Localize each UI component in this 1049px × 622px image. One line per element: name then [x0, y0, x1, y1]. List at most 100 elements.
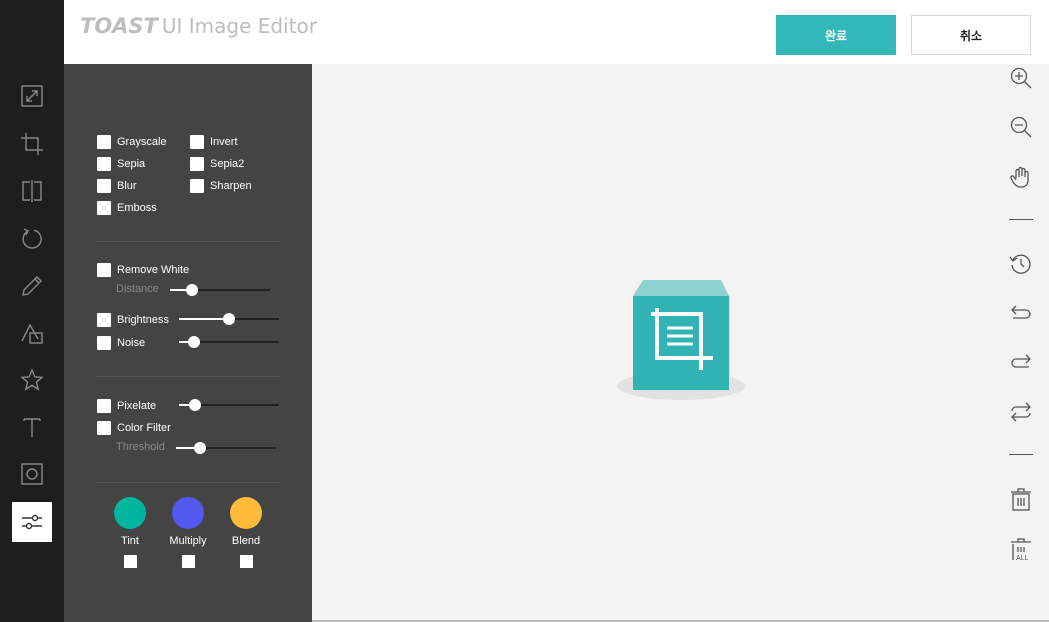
noise-slider[interactable]	[179, 335, 279, 349]
hand-button[interactable]	[1008, 164, 1034, 190]
text-tool[interactable]	[12, 407, 52, 447]
left-toolbar	[0, 0, 64, 622]
checkbox-label: Sepia2	[210, 158, 245, 170]
filter-panel: Grayscale Invert Sepia Sepia2 Blur Sharp…	[64, 64, 312, 622]
grayscale-checkbox[interactable]: Grayscale	[97, 135, 167, 149]
checkbox-label: Noise	[117, 337, 146, 349]
delete-all-button[interactable]: ALL	[1008, 537, 1034, 563]
zoom-out-button[interactable]	[1008, 114, 1034, 140]
checkbox-box[interactable]	[97, 179, 111, 193]
text-icon	[23, 418, 41, 437]
shape-tool[interactable]	[12, 313, 52, 353]
checkbox-box[interactable]	[97, 313, 111, 327]
tint-color-swatch[interactable]	[114, 497, 146, 529]
crop-tool[interactable]	[12, 124, 52, 164]
checkbox-box[interactable]	[190, 157, 204, 171]
delete-button[interactable]	[1008, 487, 1034, 513]
blur-checkbox[interactable]: Blur	[97, 179, 137, 193]
checkbox-box[interactable]	[97, 399, 111, 413]
draw-tool[interactable]	[12, 266, 52, 306]
checkbox-label: Color Filter	[117, 422, 171, 434]
checkbox-label: Sepia	[117, 158, 146, 170]
delete-all-icon: ALL	[1011, 538, 1031, 562]
slider-thumb[interactable]	[189, 399, 201, 411]
checkbox-label: Blur	[117, 180, 137, 192]
multiply-filter: Multiply	[158, 497, 218, 568]
filter-icon	[22, 514, 42, 530]
sharpen-checkbox[interactable]: Sharpen	[190, 179, 252, 193]
toolbar-divider	[1009, 219, 1033, 220]
resize-tool[interactable]	[12, 76, 52, 116]
slider-thumb[interactable]	[223, 313, 235, 325]
multiply-checkbox[interactable]	[181, 555, 195, 568]
color-filter-checkbox[interactable]: Color Filter	[97, 421, 171, 435]
checkbox-box[interactable]	[97, 421, 111, 435]
checkbox-label: Remove White	[117, 264, 190, 276]
checkbox-label: Grayscale	[117, 136, 167, 148]
canvas-area[interactable]	[312, 64, 992, 620]
checkbox-label: Invert	[210, 136, 238, 148]
logo-text: UI Image Editor	[161, 14, 317, 38]
sepia2-checkbox[interactable]: Sepia2	[190, 157, 244, 171]
mask-icon	[21, 463, 43, 485]
checkbox-box[interactable]	[97, 263, 111, 277]
slider-thumb[interactable]	[188, 336, 200, 348]
svg-text:ALL: ALL	[1016, 555, 1029, 562]
zoom-in-button[interactable]	[1008, 65, 1034, 91]
checkbox-label: Pixelate	[117, 400, 157, 412]
distance-slider[interactable]	[170, 283, 270, 297]
undo-icon	[1011, 305, 1031, 319]
brightness-checkbox[interactable]: Brightness	[97, 313, 169, 327]
icon-tool[interactable]	[12, 360, 52, 400]
sepia-checkbox[interactable]: Sepia	[97, 157, 145, 171]
right-toolbar: ALL	[1000, 64, 1042, 620]
history-button[interactable]	[1008, 251, 1034, 277]
done-button[interactable]: 완료	[776, 15, 896, 55]
emboss-checkbox[interactable]: Emboss	[97, 201, 157, 215]
redo-button[interactable]	[1008, 349, 1034, 375]
checkbox-label: Sharpen	[210, 180, 252, 192]
noise-checkbox[interactable]: Noise	[97, 336, 145, 350]
tint-checkbox[interactable]	[123, 555, 137, 568]
slider-thumb[interactable]	[194, 442, 206, 454]
flip-tool[interactable]	[12, 171, 52, 211]
reset-icon	[1011, 402, 1031, 422]
logo-mark: TOAST	[80, 14, 158, 38]
resize-icon	[21, 85, 43, 107]
invert-checkbox[interactable]: Invert	[190, 135, 238, 149]
zoom-in-icon	[1010, 67, 1032, 89]
hand-icon	[1010, 166, 1029, 188]
multiply-label: Multiply	[169, 535, 207, 547]
checkbox-box[interactable]	[97, 336, 111, 350]
undo-button[interactable]	[1008, 300, 1034, 326]
checkbox-box[interactable]	[190, 179, 204, 193]
cancel-button[interactable]: 취소	[911, 15, 1031, 55]
distance-label: Distance	[116, 283, 159, 295]
filter-tool[interactable]	[12, 502, 52, 542]
blend-color-swatch[interactable]	[230, 497, 262, 529]
divider	[96, 482, 280, 483]
threshold-slider[interactable]	[176, 441, 276, 455]
rotate-tool[interactable]	[12, 219, 52, 259]
toolbar-divider	[1009, 454, 1033, 455]
shape-icon	[21, 323, 43, 344]
remove-white-checkbox[interactable]: Remove White	[97, 263, 189, 277]
checkbox-box[interactable]	[97, 157, 111, 171]
checkbox-box[interactable]	[97, 201, 111, 215]
multiply-color-swatch[interactable]	[172, 497, 204, 529]
mask-tool[interactable]	[12, 454, 52, 494]
reset-button[interactable]	[1008, 399, 1034, 425]
slider-thumb[interactable]	[186, 284, 198, 296]
star-icon	[20, 368, 44, 391]
brightness-slider[interactable]	[179, 312, 279, 326]
divider	[96, 376, 280, 377]
rotate-icon	[22, 228, 42, 249]
checkbox-box[interactable]	[190, 135, 204, 149]
checkbox-box[interactable]	[97, 135, 111, 149]
crop-icon	[21, 133, 43, 155]
blend-filter: Blend	[216, 497, 276, 568]
pixelate-checkbox[interactable]: Pixelate	[97, 399, 156, 413]
blend-checkbox[interactable]	[239, 555, 253, 568]
zoom-out-icon	[1010, 116, 1032, 138]
pixelate-slider[interactable]	[179, 398, 279, 412]
